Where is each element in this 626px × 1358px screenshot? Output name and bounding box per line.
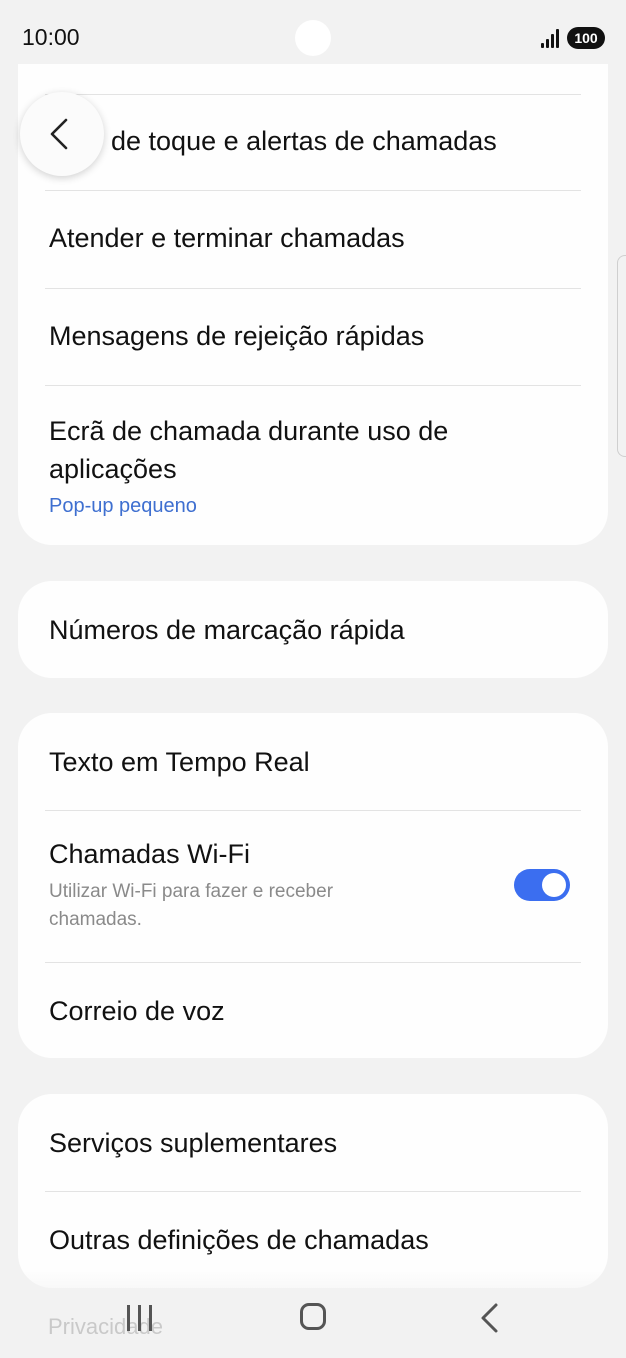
item-label: Outras definições de chamadas <box>49 1225 429 1255</box>
speed-dial-numbers-item[interactable]: Números de marcação rápida <box>18 581 608 678</box>
camera-cutout <box>295 20 331 56</box>
supplementary-services-item[interactable]: Serviços suplementares <box>18 1094 608 1191</box>
wifi-calling-toggle[interactable] <box>514 869 570 901</box>
item-label: Correio de voz <box>49 996 225 1026</box>
call-settings-card-3: Texto em Tempo Real Chamadas Wi-Fi Utili… <box>18 713 608 1058</box>
call-settings-card-1: de toque e alertas de chamadas Atender e… <box>18 64 608 545</box>
item-label: Chamadas Wi-Fi <box>49 839 251 869</box>
item-label: Atender e terminar chamadas <box>49 223 405 253</box>
scroll-handle[interactable] <box>617 255 626 457</box>
ringtone-alerts-item[interactable]: de toque e alertas de chamadas <box>18 95 608 191</box>
item-value: Pop-up pequeno <box>49 495 197 517</box>
toggle-knob <box>542 873 566 897</box>
item-label: Serviços suplementares <box>49 1128 338 1158</box>
item-description-line1: Utilizar Wi-Fi para fazer e receber <box>49 881 334 902</box>
nav-home-icon[interactable] <box>300 1303 326 1330</box>
signal-icon <box>541 28 565 48</box>
back-button[interactable] <box>20 92 104 176</box>
real-time-text-item[interactable]: Texto em Tempo Real <box>18 713 608 810</box>
status-time: 10:00 <box>22 24 80 50</box>
answer-end-calls-item[interactable]: Atender e terminar chamadas <box>18 191 608 288</box>
voicemail-item[interactable]: Correio de voz <box>18 963 608 1058</box>
wifi-calling-item[interactable]: Chamadas Wi-Fi Utilizar Wi-Fi para fazer… <box>18 811 608 961</box>
item-label: Números de marcação rápida <box>49 615 405 645</box>
nav-back-icon[interactable] <box>478 1302 502 1334</box>
item-label-line2: aplicações <box>49 454 177 484</box>
battery-icon: 100 <box>567 27 605 49</box>
quick-decline-messages-item[interactable]: Mensagens de rejeição rápidas <box>18 289 608 385</box>
item-description-line2: chamadas. <box>49 909 142 930</box>
item-label: de toque e alertas de chamadas <box>111 126 497 156</box>
call-settings-card-4: Serviços suplementares Outras definições… <box>18 1094 608 1288</box>
item-label: Texto em Tempo Real <box>49 747 310 777</box>
item-label-line1: Ecrã de chamada durante uso de <box>49 416 449 446</box>
call-display-while-using-apps-item[interactable]: Ecrã de chamada durante uso de aplicaçõe… <box>18 386 608 545</box>
back-arrow-icon <box>50 118 68 150</box>
nav-recents-icon[interactable] <box>125 1303 155 1333</box>
item-label: Mensagens de rejeição rápidas <box>49 321 425 351</box>
call-settings-card-2: Números de marcação rápida <box>18 581 608 678</box>
